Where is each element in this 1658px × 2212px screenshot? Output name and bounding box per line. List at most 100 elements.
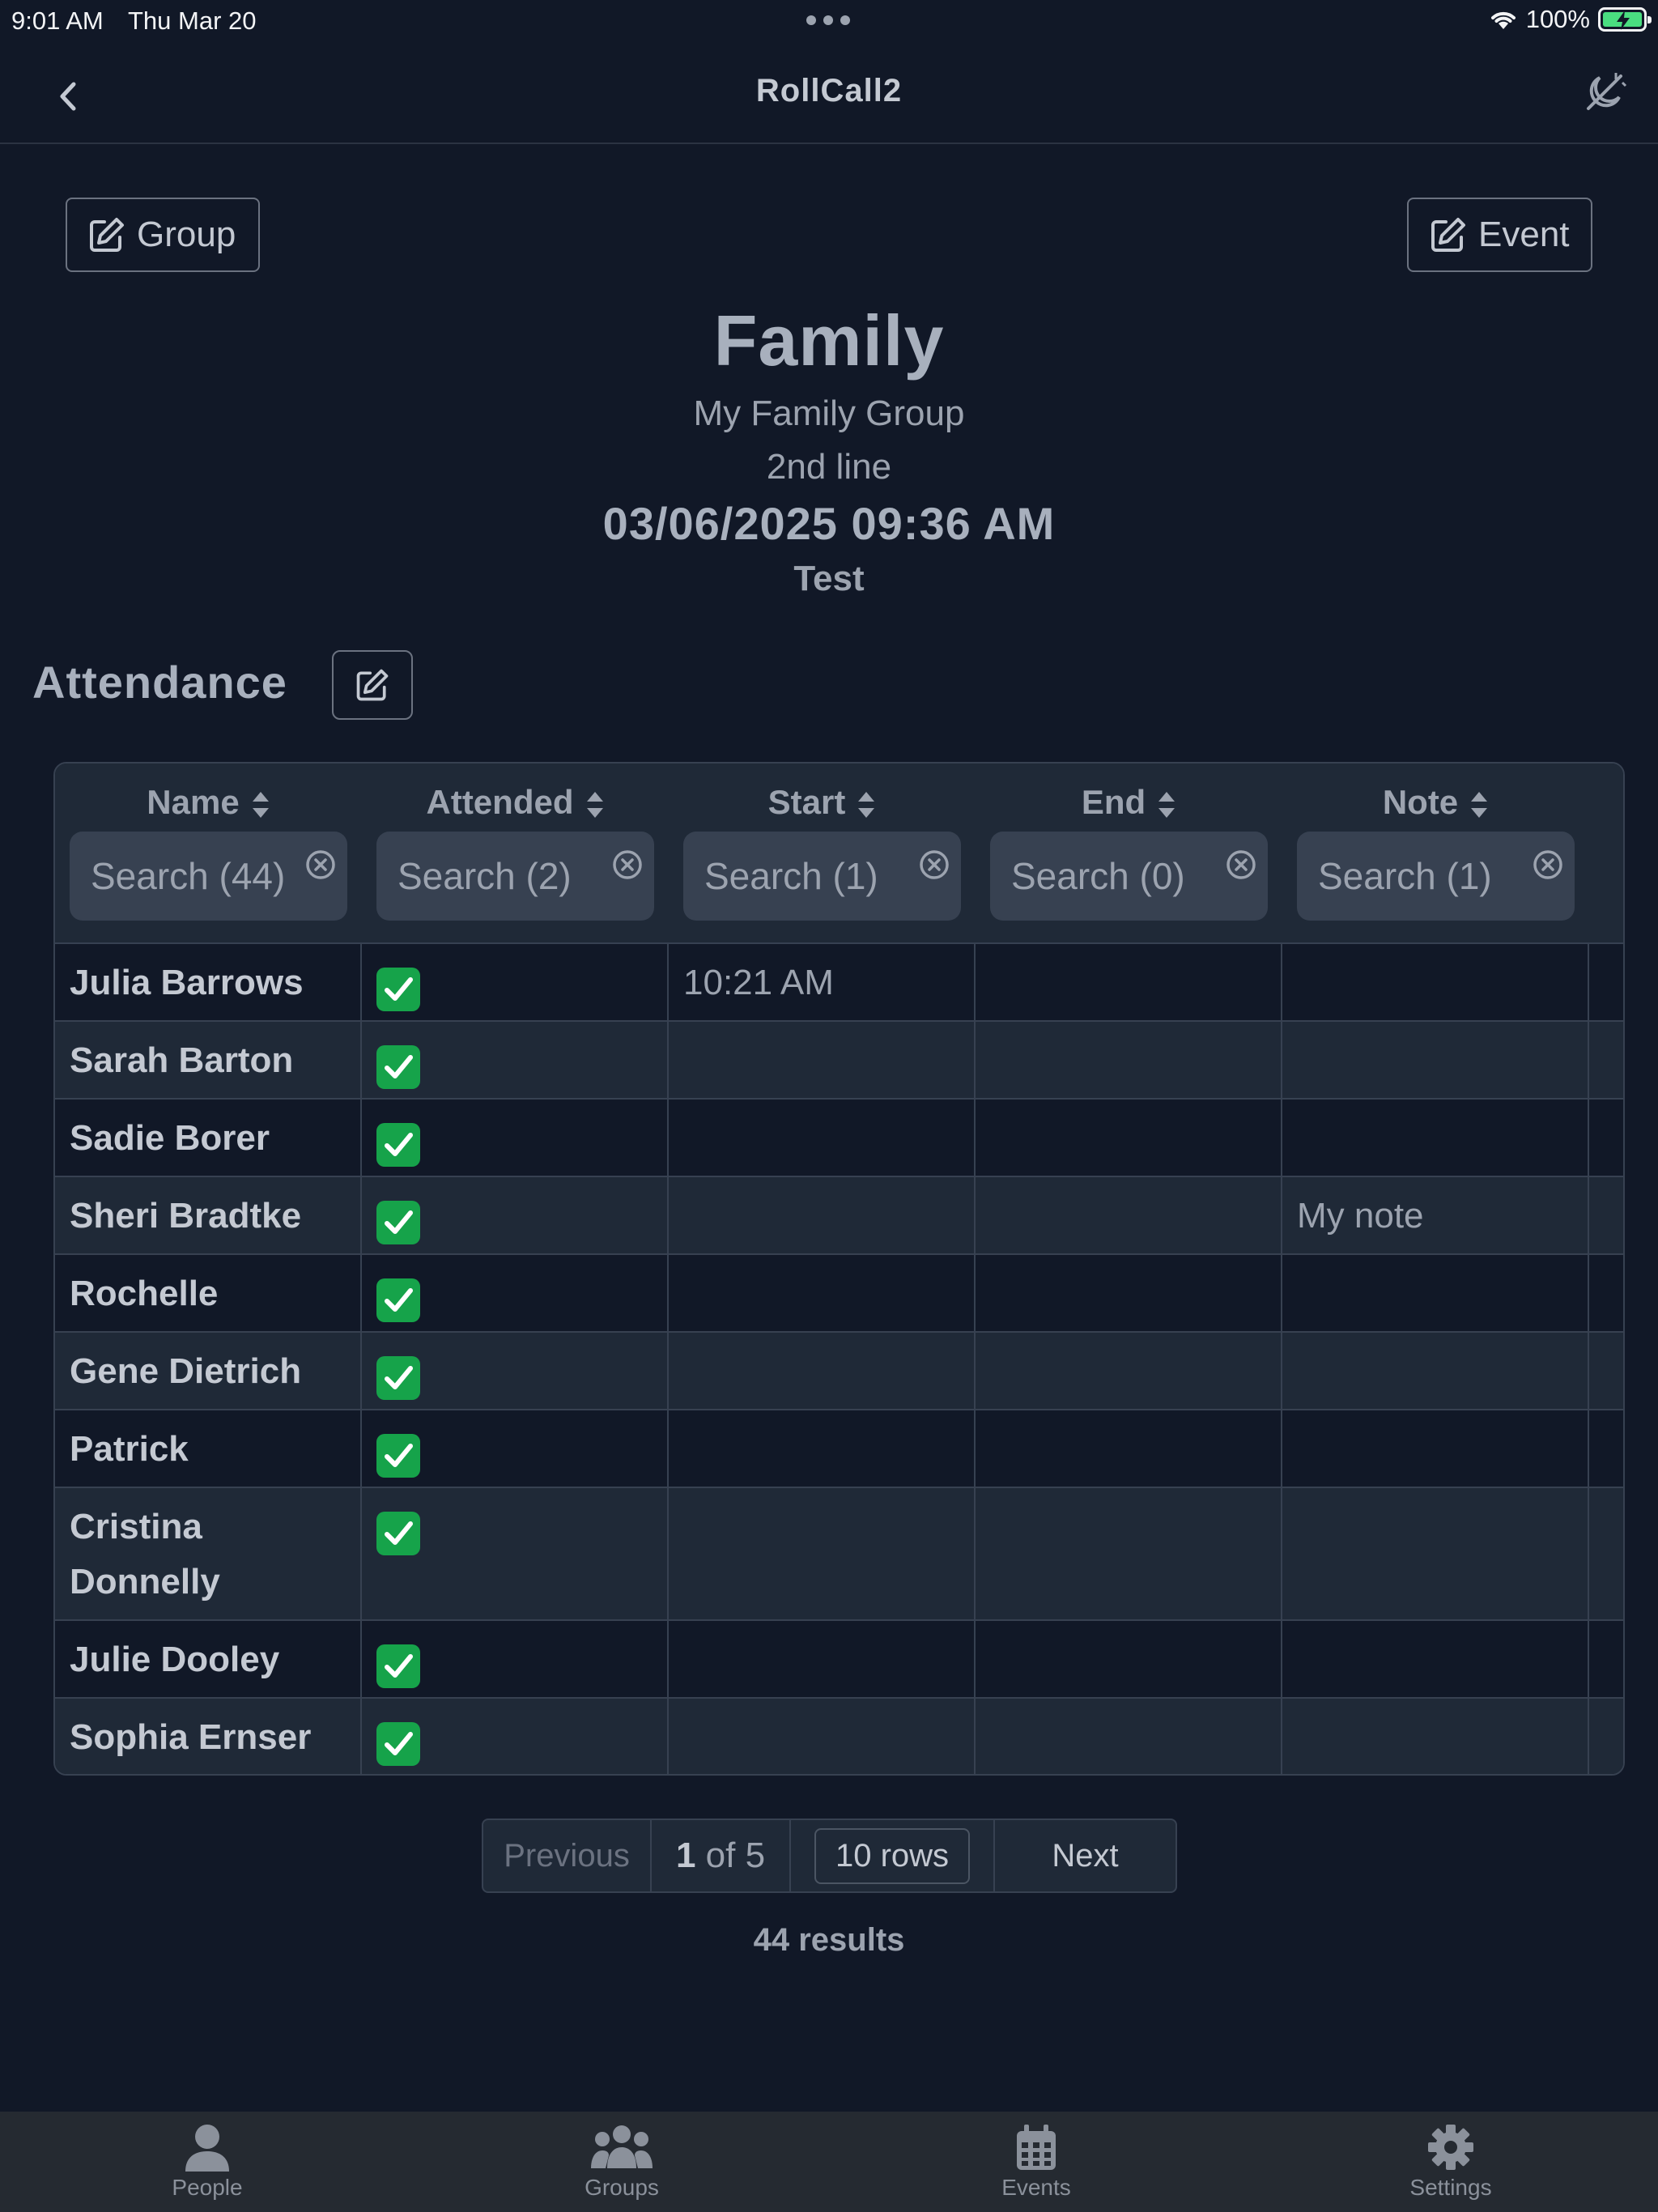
- start-cell[interactable]: [669, 1177, 976, 1253]
- end-cell[interactable]: [976, 1255, 1282, 1331]
- name-cell[interactable]: Julie Dooley: [55, 1621, 362, 1697]
- name-cell[interactable]: Patrick Donnelly: [55, 1410, 362, 1524]
- start-cell[interactable]: [669, 1333, 976, 1409]
- current-page: 1: [675, 1836, 696, 1875]
- pagination: Previous 1 of 5 10 rows Next: [482, 1819, 1177, 1893]
- page-total: of 5: [705, 1836, 766, 1875]
- name-search-box: [70, 832, 347, 921]
- start-cell[interactable]: [669, 1699, 976, 1774]
- tab-bar: People Groups Events Settings: [0, 2112, 1658, 2212]
- start-cell[interactable]: [669, 1488, 976, 1619]
- note-cell[interactable]: [1282, 1699, 1589, 1774]
- end-cell[interactable]: [976, 1022, 1282, 1098]
- next-page-button[interactable]: Next: [995, 1820, 1175, 1891]
- name-cell[interactable]: Sadie Borer: [55, 1100, 362, 1176]
- attended-cell[interactable]: [362, 1255, 669, 1331]
- note-cell[interactable]: [1282, 944, 1589, 1020]
- end-cell[interactable]: [976, 1488, 1282, 1619]
- note-cell[interactable]: [1282, 1100, 1589, 1176]
- tab-people[interactable]: People: [0, 2112, 414, 2212]
- end-cell[interactable]: [976, 1621, 1282, 1697]
- start-cell[interactable]: 10:21 AM: [669, 944, 976, 1020]
- tab-groups[interactable]: Groups: [414, 2112, 829, 2212]
- start-cell[interactable]: [669, 1022, 976, 1098]
- checkmark-icon: [376, 1644, 420, 1688]
- table-row[interactable]: Julia Barrows 10:21 AM: [55, 942, 1623, 1020]
- start-cell[interactable]: [669, 1621, 976, 1697]
- attended-cell[interactable]: [362, 944, 669, 1020]
- note-cell[interactable]: [1282, 1022, 1589, 1098]
- table-row[interactable]: Patrick Donnelly: [55, 1409, 1623, 1524]
- end-cell[interactable]: [976, 944, 1282, 1020]
- table-row[interactable]: Cristina Donnelly: [55, 1487, 1623, 1619]
- attended-cell[interactable]: [362, 1333, 669, 1409]
- sort-icon[interactable]: [1157, 790, 1176, 819]
- table-row[interactable]: Gene Dietrich: [55, 1331, 1623, 1409]
- end-cell[interactable]: [976, 1177, 1282, 1253]
- name-cell[interactable]: Gene Dietrich: [55, 1333, 362, 1409]
- clear-search-icon[interactable]: [1226, 849, 1256, 880]
- attendance-heading: Attendance: [32, 657, 287, 708]
- table-row[interactable]: Sarah Barton: [55, 1020, 1623, 1098]
- column-header-note[interactable]: Note: [1282, 764, 1589, 942]
- column-header-attended[interactable]: Attended: [362, 764, 669, 942]
- column-header-start[interactable]: Start: [669, 764, 976, 942]
- rows-per-page-select[interactable]: 10 rows: [814, 1827, 971, 1884]
- end-cell[interactable]: [976, 1410, 1282, 1487]
- name-cell[interactable]: Sheri Bradtke: [55, 1177, 362, 1253]
- column-header-end[interactable]: End: [976, 764, 1282, 942]
- note-cell[interactable]: My note: [1282, 1177, 1589, 1253]
- table-row[interactable]: Julie Dooley: [55, 1619, 1623, 1697]
- clear-search-icon[interactable]: [612, 849, 643, 880]
- name-cell[interactable]: Sarah Barton: [55, 1022, 362, 1098]
- theme-toggle-icon[interactable]: [1580, 68, 1629, 117]
- note-cell[interactable]: [1282, 1333, 1589, 1409]
- table-row[interactable]: Sheri Bradtke My note: [55, 1176, 1623, 1253]
- end-cell[interactable]: [976, 1333, 1282, 1409]
- column-header-name[interactable]: Name: [55, 764, 362, 942]
- start-cell[interactable]: [669, 1410, 976, 1487]
- end-cell[interactable]: [976, 1100, 1282, 1176]
- note-cell[interactable]: [1282, 1410, 1589, 1487]
- groups-icon: [591, 2125, 653, 2168]
- name-cell[interactable]: Sophia Ernser: [55, 1699, 362, 1774]
- edit-event-button[interactable]: Event: [1407, 198, 1592, 272]
- multitasking-dots-icon[interactable]: [803, 8, 853, 32]
- group-description-line2: 2nd line: [766, 447, 892, 487]
- note-cell[interactable]: [1282, 1255, 1589, 1331]
- table-row[interactable]: Sadie Borer: [55, 1098, 1623, 1176]
- end-cell[interactable]: [976, 1699, 1282, 1774]
- note-cell[interactable]: [1282, 1621, 1589, 1697]
- attended-cell[interactable]: [362, 1699, 669, 1774]
- note-search-box: [1297, 832, 1575, 921]
- tab-events[interactable]: Events: [829, 2112, 1244, 2212]
- sort-icon[interactable]: [1469, 790, 1489, 819]
- sort-icon[interactable]: [251, 790, 270, 819]
- attended-cell[interactable]: [362, 1488, 669, 1619]
- name-cell[interactable]: Julia Barrows: [55, 944, 362, 1020]
- attended-cell[interactable]: [362, 1410, 669, 1487]
- start-cell[interactable]: [669, 1255, 976, 1331]
- table-header: Name Attended Start: [55, 764, 1623, 942]
- table-row[interactable]: Sophia Ernser: [55, 1697, 1623, 1774]
- attended-cell[interactable]: [362, 1022, 669, 1098]
- attended-cell[interactable]: [362, 1177, 669, 1253]
- attended-cell[interactable]: [362, 1100, 669, 1176]
- previous-page-button[interactable]: Previous: [483, 1820, 652, 1891]
- clear-search-icon[interactable]: [1533, 849, 1563, 880]
- note-cell[interactable]: [1282, 1488, 1589, 1619]
- tab-settings[interactable]: Settings: [1244, 2112, 1658, 2212]
- start-cell[interactable]: [669, 1100, 976, 1176]
- sort-icon[interactable]: [857, 790, 876, 819]
- clear-search-icon[interactable]: [919, 849, 950, 880]
- edit-attendance-button[interactable]: [332, 650, 413, 720]
- checkmark-icon: [376, 1434, 420, 1478]
- attended-cell[interactable]: [362, 1621, 669, 1697]
- sort-icon[interactable]: [585, 790, 605, 819]
- table-row[interactable]: Rochelle Dibbert: [55, 1253, 1623, 1368]
- name-cell[interactable]: Rochelle Dibbert: [55, 1255, 362, 1368]
- name-cell[interactable]: Cristina Donnelly: [55, 1488, 362, 1619]
- edit-group-button[interactable]: Group: [66, 198, 260, 272]
- clear-search-icon[interactable]: [305, 849, 336, 880]
- group-name: Family: [713, 300, 945, 381]
